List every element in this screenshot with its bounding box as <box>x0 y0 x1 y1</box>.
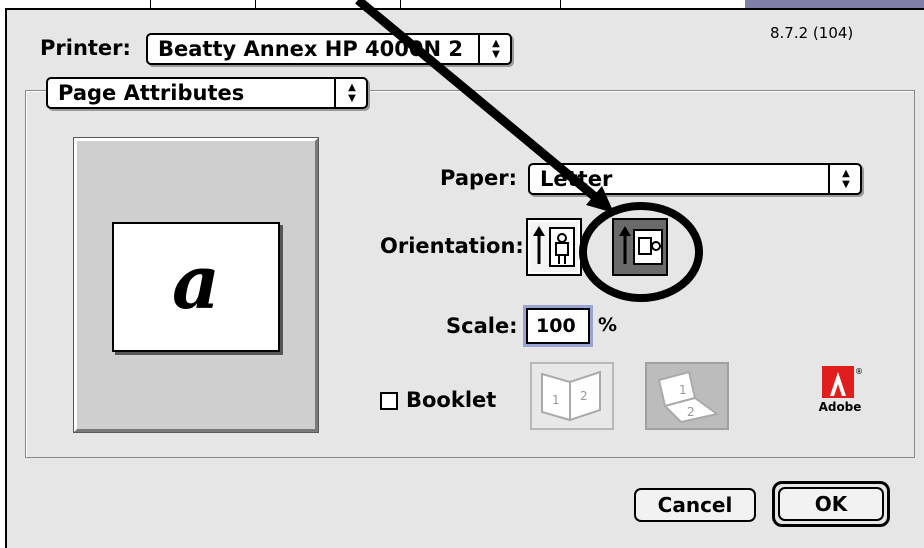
annotation-overlay <box>355 0 703 302</box>
annotation-circle <box>579 202 703 302</box>
annotation-arrow-line <box>355 0 597 200</box>
